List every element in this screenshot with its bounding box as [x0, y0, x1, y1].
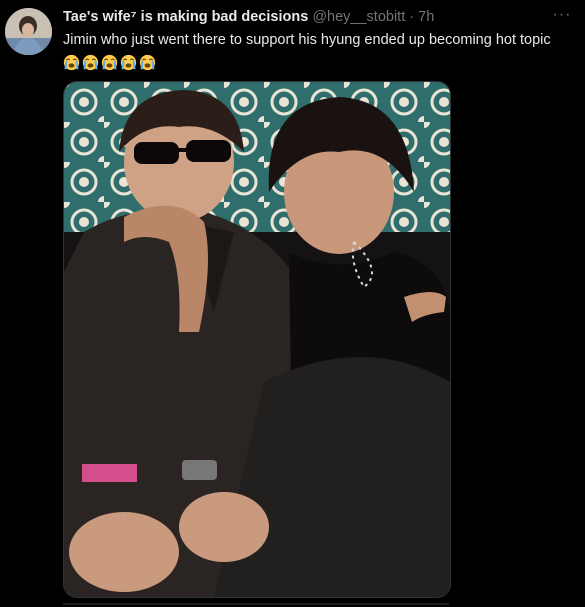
- user-handle[interactable]: @hey__stobitt: [312, 9, 405, 25]
- tweet-header: Tae's wife⁷ is making bad decisions @hey…: [63, 8, 434, 26]
- timestamp[interactable]: 7h: [418, 9, 434, 25]
- separator-dot: ·: [409, 9, 415, 25]
- display-name[interactable]: Tae's wife⁷ is making bad decisions: [63, 9, 308, 25]
- tweet-text: Jimin who just went there to support his…: [63, 31, 563, 72]
- tweet-photo[interactable]: [63, 81, 451, 598]
- more-options-icon[interactable]: ···: [551, 6, 573, 24]
- emoji-group: [63, 53, 158, 72]
- avatar-image: [5, 8, 52, 55]
- loudly-crying-face-icon: [82, 54, 99, 70]
- loudly-crying-face-icon: [139, 54, 156, 70]
- loudly-crying-face-icon: [63, 54, 80, 70]
- tweet-body: Jimin who just went there to support his…: [63, 32, 551, 48]
- tweet[interactable]: Tae's wife⁷ is making bad decisions @hey…: [0, 0, 585, 607]
- avatar[interactable]: [5, 8, 52, 55]
- photo-image: [64, 82, 450, 597]
- loudly-crying-face-icon: [120, 54, 137, 70]
- divider: [63, 603, 449, 605]
- loudly-crying-face-icon: [101, 54, 118, 70]
